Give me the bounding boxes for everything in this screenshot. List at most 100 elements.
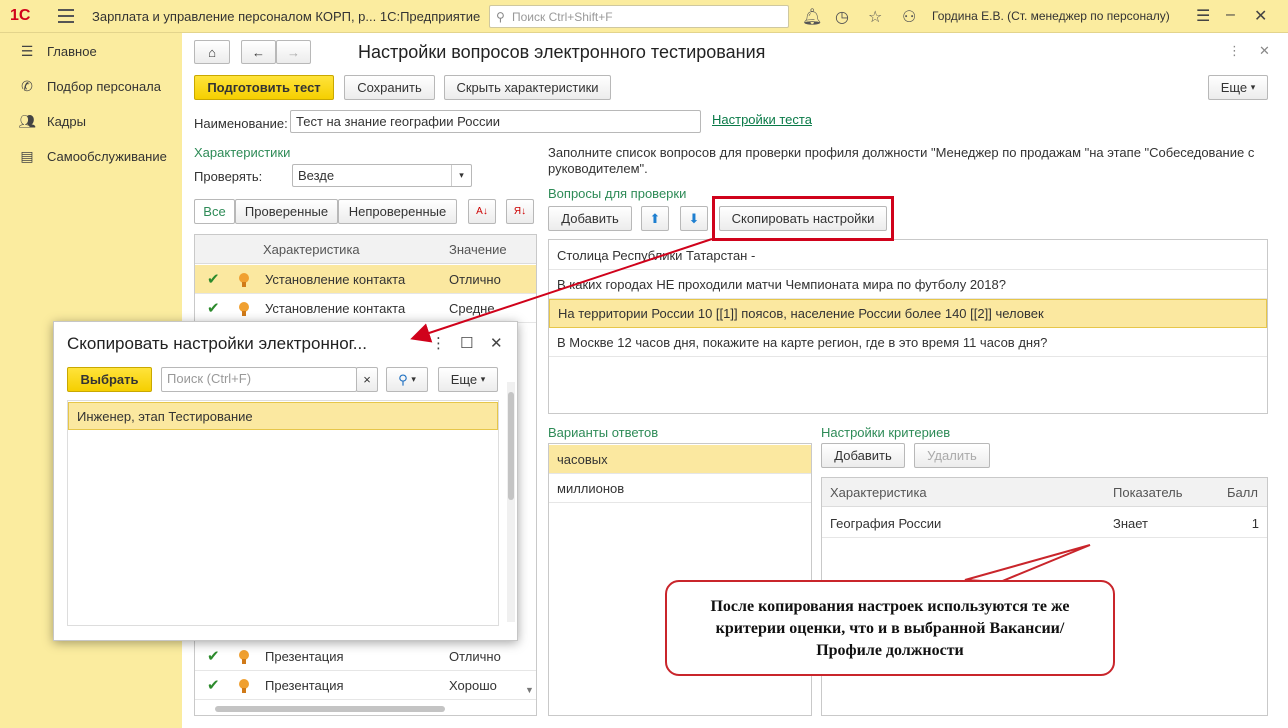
chevron-down-icon[interactable]: ▾ bbox=[451, 165, 471, 186]
dialog-more-button[interactable]: Еще ▾ bbox=[438, 367, 498, 392]
sidebar-item-self-service[interactable]: ▤ Самообслуживание bbox=[18, 146, 166, 166]
sort-desc-icon: Я↓ bbox=[513, 206, 527, 217]
save-button[interactable]: Сохранить bbox=[344, 75, 435, 100]
dialog-search-input[interactable]: Поиск (Ctrl+F) bbox=[161, 367, 357, 392]
more-actions-icon[interactable]: ⋮ bbox=[431, 334, 446, 352]
more-button-label: Еще bbox=[450, 372, 478, 387]
annotation-callout: После копирования настроек используются … bbox=[665, 580, 1115, 676]
table-row[interactable]: ✔ Презентация Хорошо bbox=[195, 671, 536, 700]
menu-lines-icon: ☰ bbox=[20, 42, 34, 59]
sort-desc-button[interactable]: Я↓ bbox=[506, 199, 534, 224]
phone-icon: ✆ bbox=[21, 77, 33, 94]
scroll-down-icon[interactable]: ▼ bbox=[525, 685, 534, 695]
filter-all-tab[interactable]: Все bbox=[194, 199, 235, 224]
award-icon bbox=[239, 273, 249, 287]
main-menu-icon[interactable] bbox=[58, 9, 74, 23]
table-row[interactable]: География России Знает 1 bbox=[822, 509, 1267, 538]
hide-characteristics-button[interactable]: Скрыть характеристики bbox=[444, 75, 611, 100]
cell-score: 1 bbox=[1251, 515, 1259, 531]
col-value[interactable]: Значение bbox=[449, 242, 507, 257]
criteria-section-label: Настройки критериев bbox=[821, 425, 951, 440]
table-header: Характеристика Показатель Балл bbox=[822, 478, 1267, 507]
bell-icon[interactable]: 🔔︎ bbox=[802, 7, 822, 27]
home-icon: ⌂ bbox=[208, 44, 216, 60]
list-item[interactable]: Инженер, этап Тестирование bbox=[68, 402, 498, 430]
vertical-scrollbar[interactable] bbox=[507, 382, 515, 622]
filter-all-label: Все bbox=[203, 204, 226, 219]
scrollbar-thumb[interactable] bbox=[508, 392, 514, 500]
characteristics-section-label: Характеристики bbox=[194, 145, 291, 160]
questions-section-label: Вопросы для проверки bbox=[548, 186, 687, 201]
filter-checked-tab[interactable]: Проверенные bbox=[235, 199, 338, 224]
check-label: Проверять: bbox=[194, 169, 263, 184]
table-row[interactable]: ✔ Установление контакта Отлично bbox=[195, 265, 536, 294]
list-item[interactable]: часовых bbox=[549, 445, 811, 474]
test-settings-link[interactable]: Настройки теста bbox=[712, 112, 812, 127]
forward-button[interactable]: → bbox=[276, 40, 311, 64]
add-question-button[interactable]: Добавить bbox=[548, 206, 632, 231]
star-icon[interactable]: ☆ bbox=[868, 7, 882, 27]
list-item[interactable]: В каких городах НЕ проходили матчи Чемпи… bbox=[549, 270, 1267, 299]
col-score[interactable]: Балл bbox=[1227, 485, 1258, 500]
list-item[interactable]: На территории России 10 [[1]] поясов, на… bbox=[549, 299, 1267, 328]
name-field[interactable]: Тест на знание географии России bbox=[290, 110, 701, 133]
check-scope-select[interactable]: Везде ▾ bbox=[292, 164, 472, 187]
move-up-button[interactable]: ⬆ bbox=[641, 206, 669, 231]
check-icon: ✔ bbox=[207, 271, 220, 288]
filter-unchecked-tab[interactable]: Непроверенные bbox=[338, 199, 457, 224]
check-icon: ✔ bbox=[207, 648, 220, 665]
close-icon[interactable]: ✕ bbox=[1254, 6, 1267, 26]
prepare-test-button[interactable]: Подготовить тест bbox=[194, 75, 334, 100]
list-icon: ▤ bbox=[20, 147, 34, 164]
table-row[interactable]: ✔ Презентация Отлично bbox=[195, 642, 536, 671]
back-button[interactable]: ← bbox=[241, 40, 276, 64]
delete-criteria-button[interactable]: Удалить bbox=[914, 443, 990, 468]
table-header: Характеристика Значение bbox=[195, 235, 536, 264]
settings-menu-icon[interactable]: ☰ bbox=[1196, 6, 1210, 26]
sort-asc-icon: А↓ bbox=[476, 206, 488, 217]
highlight-frame bbox=[712, 196, 894, 241]
global-search-input[interactable]: ⚲ Поиск Ctrl+Shift+F bbox=[489, 5, 789, 28]
copy-settings-dialog: Скопировать настройки электронног... ⋮ ☐… bbox=[53, 321, 518, 641]
global-search-placeholder: Поиск Ctrl+Shift+F bbox=[512, 10, 613, 24]
add-criteria-button[interactable]: Добавить bbox=[821, 443, 905, 468]
app-title: Зарплата и управление персоналом КОРП, р… bbox=[92, 9, 481, 24]
more-button[interactable]: Еще ▾ bbox=[1208, 75, 1268, 100]
history-icon[interactable]: ◷ bbox=[835, 7, 849, 27]
check-icon: ✔ bbox=[207, 677, 220, 694]
close-form-icon[interactable]: ✕ bbox=[1259, 43, 1270, 59]
user-icon[interactable]: ⚇ bbox=[902, 7, 916, 27]
list-item[interactable]: миллионов bbox=[549, 474, 811, 503]
more-actions-icon[interactable]: ⋮ bbox=[1228, 43, 1241, 59]
close-icon[interactable]: ✕ bbox=[490, 334, 503, 352]
col-characteristic[interactable]: Характеристика bbox=[263, 242, 360, 257]
sidebar-item-main[interactable]: ☰ Главное bbox=[18, 41, 97, 61]
home-button[interactable]: ⌂ bbox=[194, 40, 230, 64]
list-item[interactable]: В Москве 12 часов дня, покажите на карте… bbox=[549, 328, 1267, 357]
search-options-button[interactable]: ⚲ ▾ bbox=[386, 367, 428, 392]
col-indicator[interactable]: Показатель bbox=[1113, 485, 1183, 500]
title-bar: 1С Зарплата и управление персоналом КОРП… bbox=[0, 0, 1288, 33]
sidebar-item-label: Подбор персонала bbox=[47, 78, 161, 94]
arrow-left-icon: ← bbox=[252, 44, 265, 60]
search-icon: ⚲ bbox=[398, 371, 408, 387]
move-down-button[interactable]: ⬇ bbox=[680, 206, 708, 231]
questions-list: Столица Республики Татарстан - В каких г… bbox=[548, 239, 1268, 414]
sidebar-item-recruitment[interactable]: ✆ Подбор персонала bbox=[18, 76, 161, 96]
horizontal-scrollbar[interactable] bbox=[215, 706, 445, 712]
people-icon: 👥︎ bbox=[18, 112, 36, 129]
current-user[interactable]: Гордина Е.В. (Ст. менеджер по персоналу) bbox=[932, 9, 1170, 23]
clear-search-button[interactable]: × bbox=[356, 367, 378, 392]
col-characteristic[interactable]: Характеристика bbox=[830, 485, 927, 500]
select-button[interactable]: Выбрать bbox=[67, 367, 152, 392]
cell-indicator: Знает bbox=[1113, 515, 1149, 531]
cell-value: Хорошо bbox=[449, 677, 497, 693]
minimize-icon[interactable]: – bbox=[1226, 6, 1235, 24]
sort-asc-button[interactable]: А↓ bbox=[468, 199, 496, 224]
sidebar-item-hr[interactable]: 👥︎ Кадры bbox=[18, 111, 86, 131]
search-icon: ⚲ bbox=[496, 10, 505, 24]
award-icon bbox=[239, 679, 249, 693]
maximize-icon[interactable]: ☐ bbox=[460, 334, 473, 352]
list-item[interactable]: Столица Республики Татарстан - bbox=[549, 241, 1267, 270]
table-row[interactable]: ✔ Установление контакта Средне bbox=[195, 294, 536, 323]
